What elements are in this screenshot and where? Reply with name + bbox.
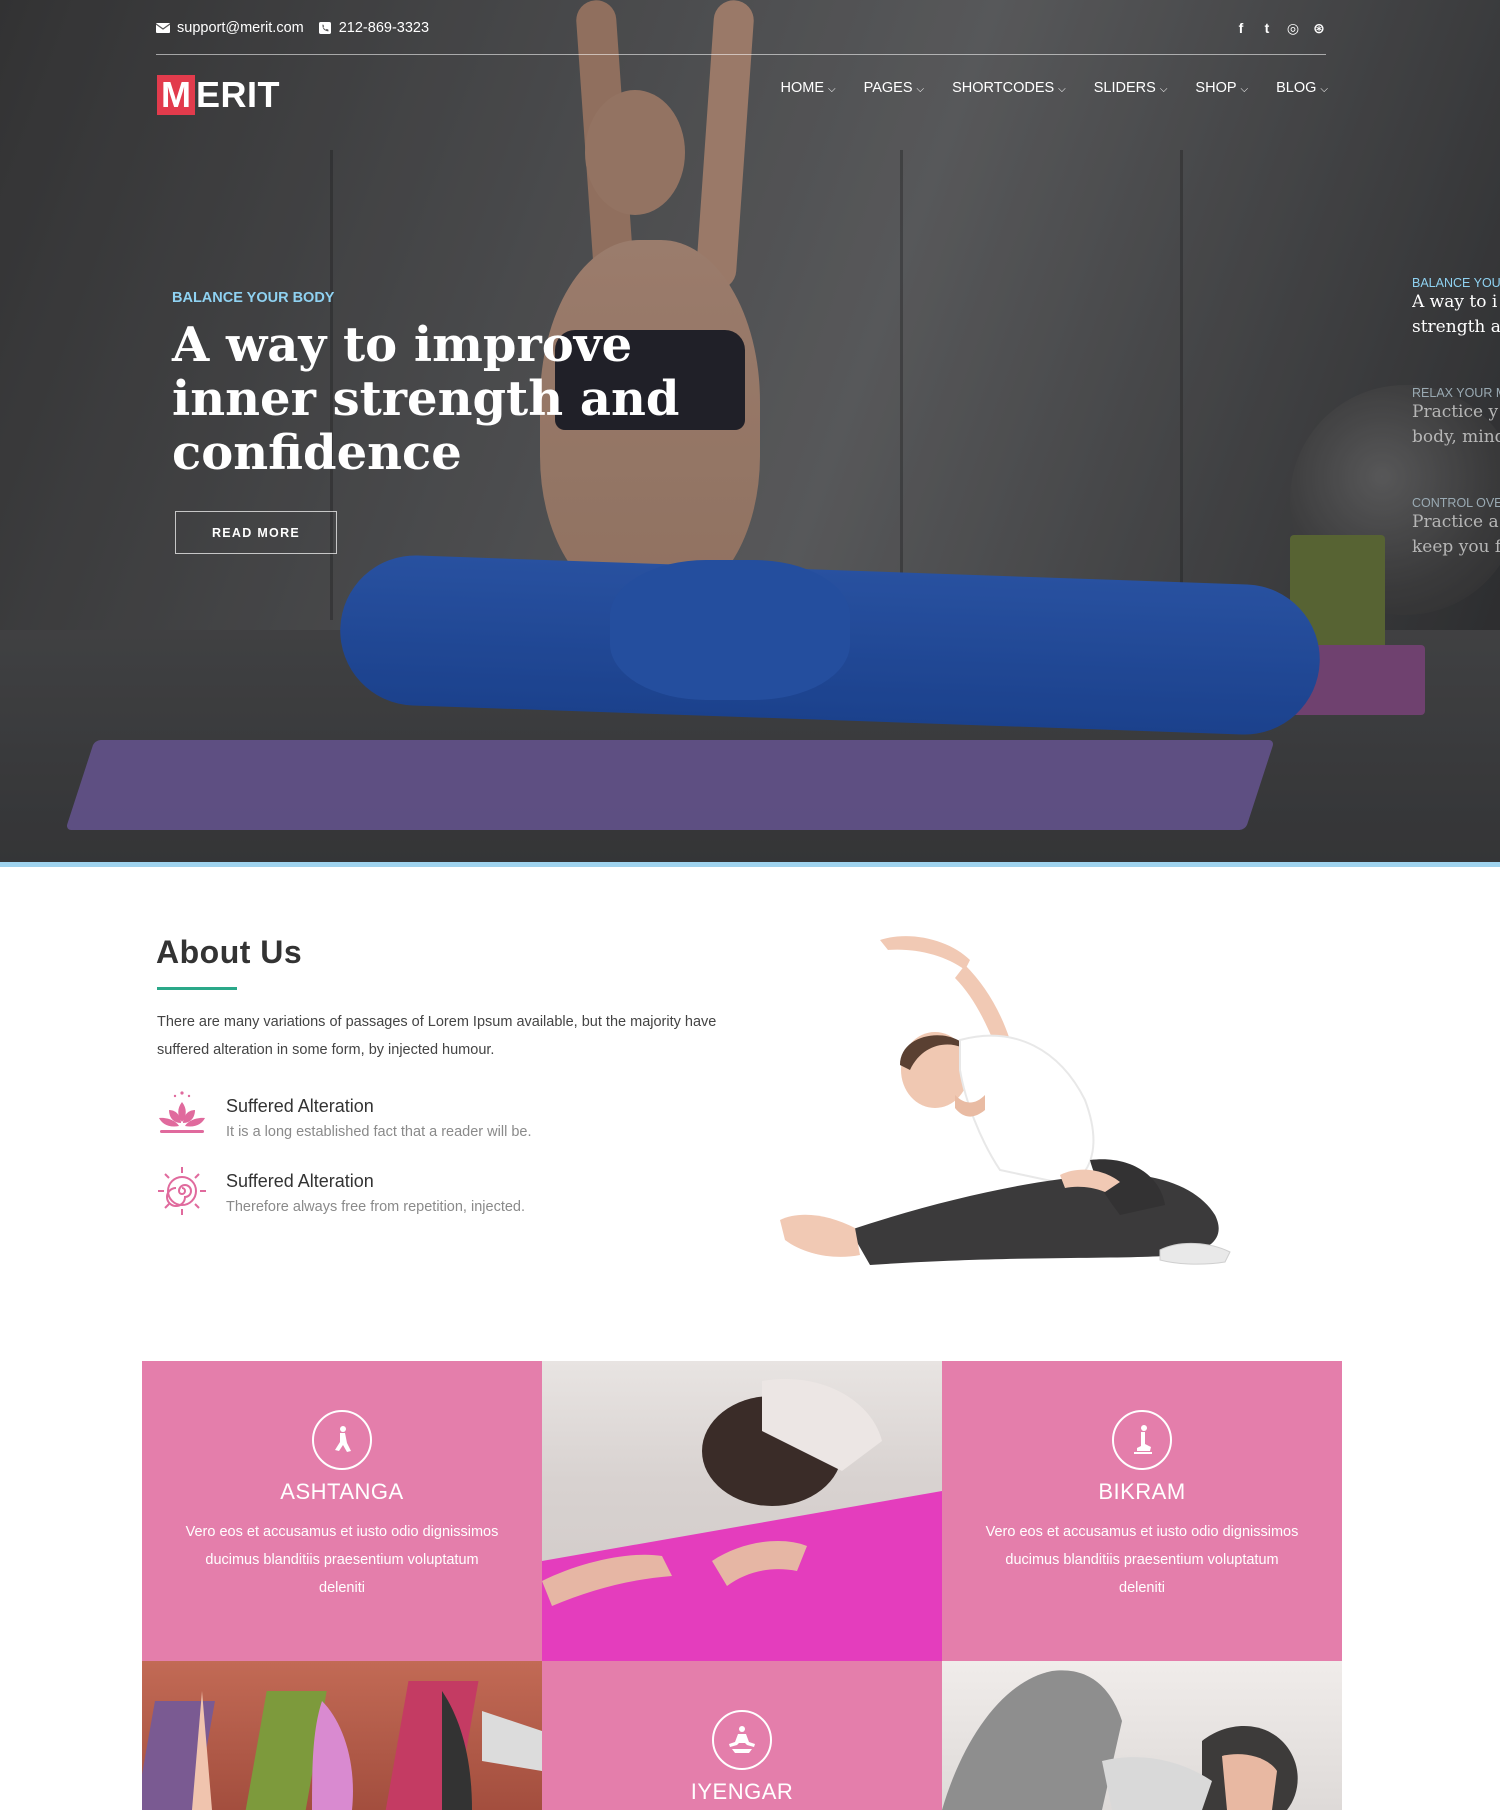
chevron-down-icon: ⌵ [1058, 83, 1066, 95]
nav-home[interactable]: HOME ⌵ [781, 80, 836, 96]
hero-title: A way to improve inner strength and conf… [172, 317, 680, 481]
slider-tab-kicker: RELAX YOUR M [1412, 386, 1500, 400]
slider-tab-title: A way to i [1412, 292, 1498, 312]
email-text: support@merit.com [177, 20, 304, 36]
class-title: BIKRAM [1098, 1479, 1186, 1504]
class-description: Vero eos et accusamus et iusto odio dign… [985, 1524, 1299, 1596]
chevron-down-icon: ⌵ [1320, 83, 1328, 95]
bikram-pose-icon [1134, 1425, 1152, 1454]
logo-mark: M [157, 75, 195, 115]
slider-tab-title: Practice y [1412, 402, 1499, 422]
lotus-icon [159, 1091, 205, 1133]
class-title: IYENGAR [690, 1779, 794, 1804]
group-class-photo [142, 1681, 542, 1810]
feature-title: Suffered Alteration [226, 1171, 374, 1191]
ashtanga-pose-icon [335, 1426, 351, 1452]
nav-label: BLOG [1276, 80, 1317, 96]
nav-shop[interactable]: SHOP ⌵ [1195, 80, 1248, 96]
contact-info: support@merit.com 212-869-3323 [156, 18, 429, 38]
social-links: f t ◎ ⊛ [1234, 18, 1326, 38]
class-card-iyengar[interactable]: IYENGAR [542, 1661, 942, 1810]
yoga-pose-icon [1112, 1410, 1172, 1470]
feature-title: Suffered Alteration [226, 1096, 374, 1116]
instagram-icon[interactable]: ◎ [1286, 20, 1300, 37]
hero-kicker: BALANCE YOUR BODY [172, 290, 335, 306]
chevron-down-icon: ⌵ [916, 83, 925, 95]
dribbble-icon[interactable]: ⊛ [1312, 20, 1326, 37]
class-photo [142, 1661, 542, 1810]
slider-tab-title: strength a [1412, 317, 1500, 337]
nav-label: SLIDERS [1093, 80, 1156, 96]
slider-tab-2[interactable]: RELAX YOUR M Practice y body, mind [1412, 386, 1500, 450]
class-title: ASHTANGA [280, 1479, 404, 1504]
nav-blog[interactable]: BLOG ⌵ [1276, 80, 1328, 96]
feature-item: Suffered Alteration It is a long establi… [157, 1090, 717, 1150]
stretch-photo [942, 1670, 1298, 1810]
slider-tab-3[interactable]: CONTROL OVE Practice a keep you f [1412, 496, 1500, 560]
hero-divider [0, 862, 1500, 867]
slider-tabs: BALANCE YOU A way to i strength a RELAX … [1412, 272, 1500, 572]
nav-label: PAGES [863, 80, 913, 96]
phone-text: 212-869-3323 [338, 20, 430, 36]
slider-tab-1[interactable]: BALANCE YOU A way to i strength a [1412, 276, 1500, 340]
slider-tab-kicker: BALANCE YOU [1412, 276, 1500, 290]
class-card-ashtanga[interactable]: ASHTANGA Vero eos et accusamus et iusto … [142, 1361, 542, 1661]
slider-tab-kicker: CONTROL OVE [1412, 496, 1500, 510]
class-description: Vero eos et accusamus et iusto odio dign… [185, 1524, 499, 1596]
class-card-bikram[interactable]: BIKRAM Vero eos et accusamus et iusto od… [942, 1361, 1342, 1661]
nav-shortcodes[interactable]: SHORTCODES ⌵ [952, 80, 1066, 96]
about-underline [157, 987, 237, 990]
nav-label: SHOP [1195, 80, 1237, 96]
top-bar-divider [156, 54, 1326, 55]
phone-link[interactable]: 212-869-3323 [318, 20, 429, 36]
feature-item: Suffered Alteration Therefore always fre… [157, 1165, 717, 1225]
about-title: About Us [156, 934, 303, 970]
hero-slider: support@merit.com 212-869-3323 f t ◎ ⊛ M… [0, 0, 1500, 862]
yoga-pose-icon [312, 1410, 372, 1470]
facebook-icon[interactable]: f [1234, 20, 1248, 36]
main-nav: HOME ⌵ PAGES ⌵ SHORTCODES ⌵ SLIDERS ⌵ SHOP ⌵ … [781, 80, 1328, 96]
logo-text: ERIT [196, 74, 281, 115]
slider-tab-title: Practice a [1412, 512, 1499, 532]
feature-text: Therefore always free from repetition, i… [226, 1199, 525, 1215]
yoga-pose-icon [712, 1710, 772, 1770]
about-yoga-image [780, 936, 1231, 1265]
classes-grid: ASHTANGA Vero eos et accusamus et iusto … [142, 1361, 1342, 1810]
class-photo [942, 1661, 1342, 1810]
feature-text: It is a long established fact that a rea… [226, 1124, 532, 1140]
top-bar: support@merit.com 212-869-3323 f t ◎ ⊛ [156, 18, 1326, 56]
envelope-icon [156, 23, 170, 33]
chevron-down-icon: ⌵ [1159, 83, 1168, 95]
slider-tab-title: keep you f [1412, 537, 1500, 557]
nav-label: SHORTCODES [952, 80, 1055, 96]
site-logo[interactable]: M ERIT [157, 75, 280, 115]
nav-pages[interactable]: PAGES ⌵ [864, 80, 924, 96]
sun-spiral-icon [158, 1167, 206, 1215]
iyengar-pose-icon [729, 1726, 755, 1753]
nav-label: HOME [780, 80, 825, 96]
chevron-down-icon: ⌵ [828, 83, 836, 95]
child-pose-photo [542, 1379, 942, 1661]
nav-sliders[interactable]: SLIDERS ⌵ [1094, 80, 1168, 96]
class-photo [542, 1361, 942, 1661]
read-more-button[interactable]: READ MORE [175, 511, 337, 554]
email-link[interactable]: support@merit.com [156, 20, 304, 36]
phone-icon [318, 22, 331, 34]
twitter-icon[interactable]: t [1260, 20, 1274, 36]
about-text: There are many variations of passages of… [157, 1014, 717, 1058]
slider-tab-title: body, mind [1412, 427, 1500, 447]
chevron-down-icon: ⌵ [1240, 83, 1249, 95]
